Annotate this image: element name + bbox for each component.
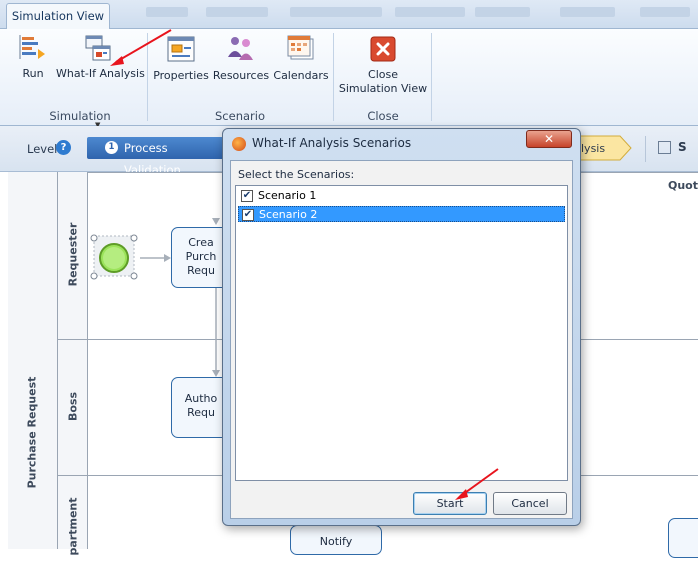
dialog-title: What-If Analysis Scenarios [252, 136, 412, 150]
scenario-list[interactable]: ✔ Scenario 1 ✔ Scenario 2 [235, 185, 568, 481]
scenario-checkbox[interactable]: ✔ [241, 190, 253, 202]
scenario-label: Scenario 2 [259, 208, 318, 221]
task-notify[interactable]: Notify [290, 525, 382, 555]
scenario-checkbox[interactable]: ✔ [242, 209, 254, 221]
pool-title-text: Purchase Request [25, 376, 39, 489]
scenario-item-selected[interactable]: ✔ Scenario 2 [238, 206, 565, 222]
task-partial[interactable] [668, 518, 698, 558]
start-button[interactable]: Start [413, 492, 487, 515]
dialog-close-button[interactable]: ✕ [526, 130, 572, 148]
scenario-item[interactable]: ✔ Scenario 1 [238, 188, 565, 204]
cancel-button[interactable]: Cancel [493, 492, 567, 515]
scenario-label: Scenario 1 [258, 189, 317, 202]
what-if-analysis-dialog: What-If Analysis Scenarios ✕ Select the … [222, 128, 581, 526]
tab-simulation-view[interactable]: Simulation View [6, 3, 110, 29]
app-logo-icon [232, 137, 246, 151]
dialog-body: Select the Scenarios: ✔ Scenario 1 ✔ Sce… [230, 160, 573, 519]
select-scenarios-label: Select the Scenarios: [238, 168, 355, 181]
task-text: Notify [319, 535, 353, 548]
